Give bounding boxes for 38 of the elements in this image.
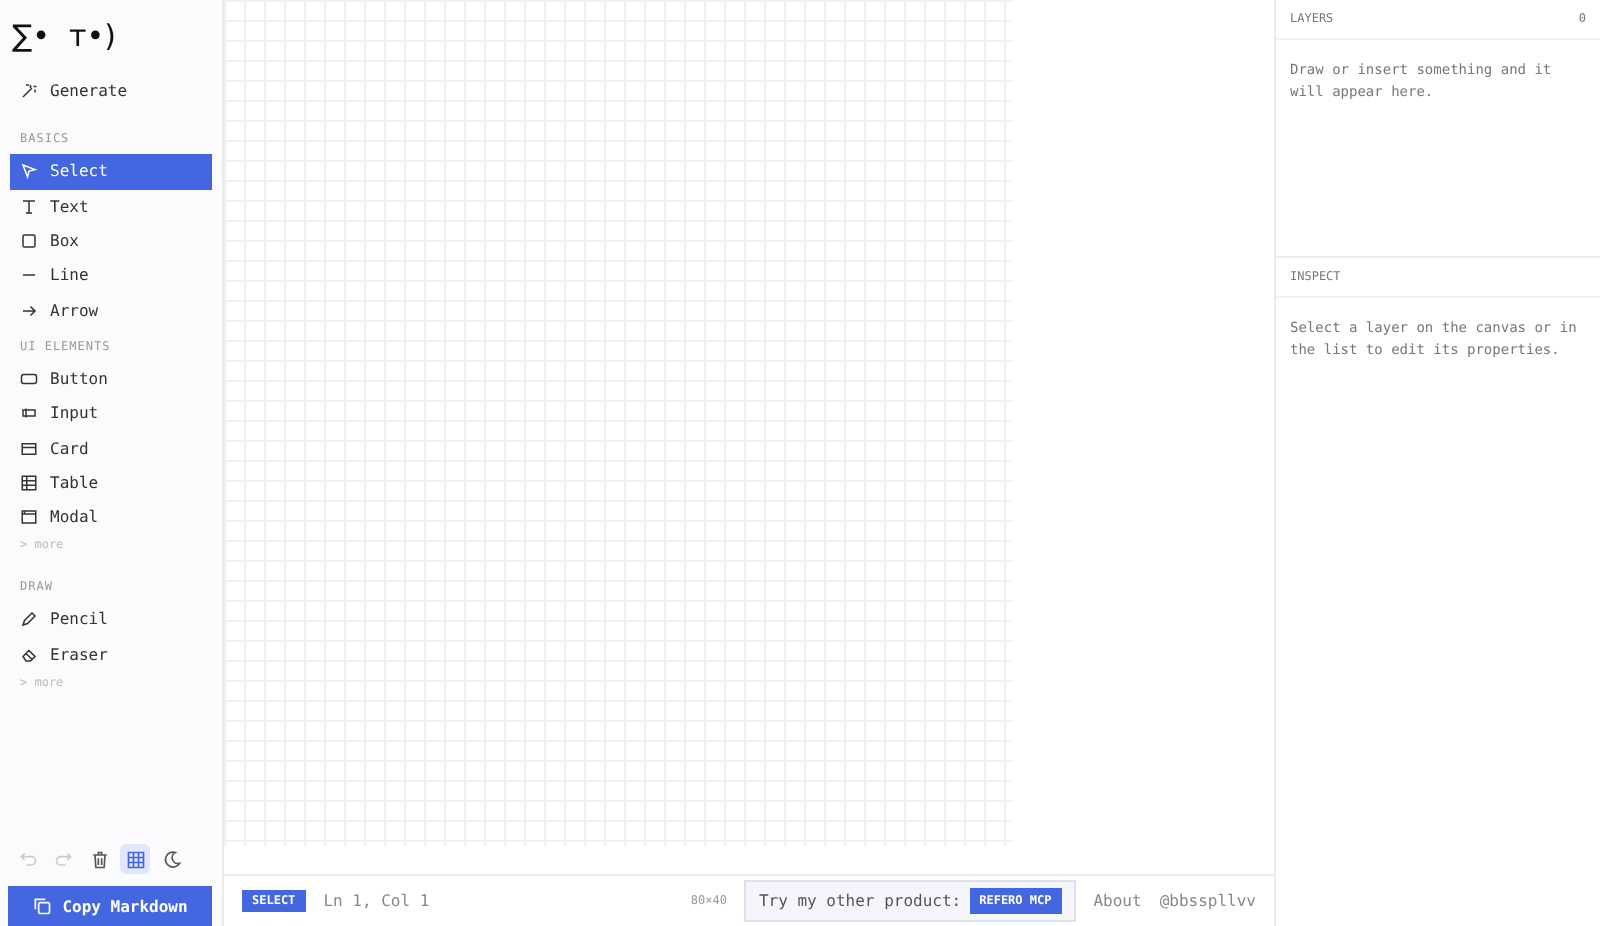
moon-icon (161, 849, 181, 869)
select-icon (20, 162, 38, 181)
tool-item[interactable]: Text (10, 189, 212, 224)
copy-markdown-button[interactable]: Copy Markdown (8, 886, 212, 926)
promo-text: Try my other product: (758, 892, 962, 910)
tool-item[interactable]: Line (10, 258, 212, 293)
input-icon (20, 404, 38, 423)
tool-item[interactable]: Table (10, 465, 212, 500)
about-link[interactable]: About (1093, 892, 1142, 910)
cursor-position: Ln 1, Col 1 (323, 892, 430, 910)
handle-link[interactable]: @bbsspllvv (1159, 892, 1256, 910)
grid-icon (125, 849, 145, 869)
button-icon (20, 369, 38, 388)
card-icon (20, 439, 38, 458)
generate-button[interactable]: Generate (10, 74, 212, 109)
trash-icon (89, 849, 109, 869)
table-icon (20, 473, 38, 492)
tool-item[interactable]: Input (10, 396, 212, 431)
grid-toggle[interactable] (120, 844, 150, 874)
copy-icon (32, 896, 53, 916)
text-icon (20, 197, 38, 216)
tool-item[interactable]: Arrow (10, 292, 212, 328)
box-icon (20, 232, 38, 251)
modal-icon (20, 508, 38, 527)
magic-wand-icon (20, 82, 38, 101)
tool-item[interactable]: Eraser (10, 637, 212, 672)
undo-icon (17, 849, 37, 869)
pencil-icon (20, 610, 38, 629)
tool-item[interactable]: Button (10, 361, 212, 397)
eraser-icon (20, 645, 38, 664)
arrow-icon (20, 301, 38, 320)
tool-item[interactable]: Card (10, 430, 212, 466)
redo-icon (53, 849, 73, 869)
tool-item[interactable]: Select (10, 154, 212, 190)
tool-item[interactable]: Pencil (10, 602, 212, 638)
tool-item[interactable]: Box (10, 223, 212, 259)
logo: ∑• ᴛ•) (10, 16, 118, 58)
tool-item[interactable]: Modal (10, 499, 212, 535)
